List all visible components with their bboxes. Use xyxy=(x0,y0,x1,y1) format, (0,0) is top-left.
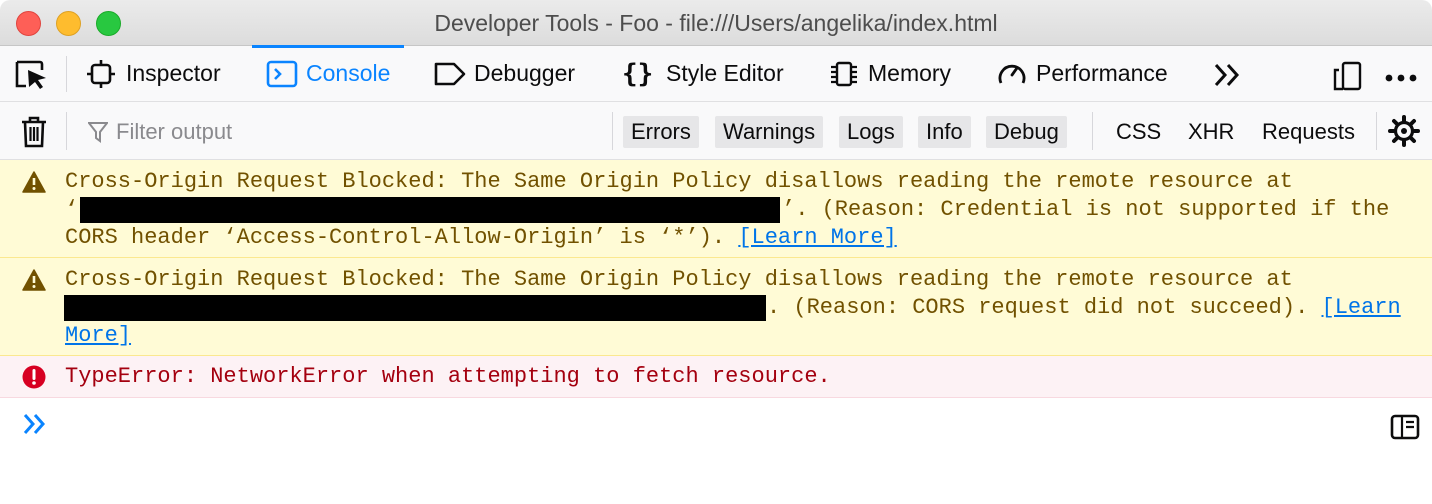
redacted-url xyxy=(64,295,766,321)
tabbar-separator xyxy=(66,56,67,92)
filter-xhr-button[interactable]: XHR xyxy=(1188,116,1234,148)
filter-placeholder: Filter output xyxy=(116,119,233,144)
memory-icon xyxy=(828,59,858,89)
filter-input[interactable]: Filter output xyxy=(88,119,232,145)
console-prompt-chevron-icon xyxy=(22,412,48,441)
tab-label: Console xyxy=(306,60,391,86)
message-text: Cross-Origin Request Blocked: The Same O… xyxy=(65,169,1293,194)
tab-style-editor[interactable]: {} Style Editor xyxy=(622,46,784,101)
message-text: CORS header ‘Access-Control-Allow-Origin… xyxy=(65,225,739,250)
filter-logs-button[interactable]: Logs xyxy=(839,116,903,148)
clear-console-trash-icon[interactable] xyxy=(20,116,48,148)
tab-inspector[interactable]: Inspector xyxy=(86,46,221,101)
element-picker-icon[interactable] xyxy=(14,60,50,90)
performance-icon xyxy=(996,59,1026,89)
filter-info-button[interactable]: Info xyxy=(918,116,971,148)
window-titlebar: Developer Tools - Foo - file:///Users/an… xyxy=(0,0,1432,46)
responsive-design-icon[interactable] xyxy=(1332,60,1364,97)
tab-label: Style Editor xyxy=(666,60,784,86)
toolbar-separator xyxy=(612,112,613,150)
toolbox-tabbar: Inspector Console Debugger {} Style Edit… xyxy=(0,45,1432,102)
redacted-url xyxy=(80,197,780,223)
message-text: . (Reason: CORS request did not succeed)… xyxy=(767,295,1322,320)
meatball-menu-icon[interactable] xyxy=(1384,70,1418,88)
message-text-line: . (Reason: CORS request did not succeed)… xyxy=(767,294,1401,322)
filter-errors-button[interactable]: Errors xyxy=(623,116,699,148)
warning-icon xyxy=(22,269,46,300)
learn-more-link[interactable]: More] xyxy=(65,322,131,350)
tab-label: Inspector xyxy=(126,60,221,86)
debugger-icon xyxy=(434,59,466,89)
console-settings-gear-icon[interactable] xyxy=(1388,115,1420,152)
console-icon xyxy=(266,59,298,89)
tab-performance[interactable]: Performance xyxy=(996,46,1168,101)
console-input[interactable] xyxy=(60,404,1370,448)
tab-label: Debugger xyxy=(474,60,576,86)
filter-css-button[interactable]: CSS xyxy=(1116,116,1161,148)
more-tools-chevron-icon[interactable] xyxy=(1212,62,1244,93)
toolbar-separator xyxy=(66,112,67,150)
sidebar-toggle-icon[interactable] xyxy=(1390,414,1420,445)
message-text: ’. (Reason: Credential is not supported … xyxy=(782,197,1390,222)
filter-requests-button[interactable]: Requests xyxy=(1262,116,1355,148)
filter-funnel-icon xyxy=(88,122,108,143)
tab-console[interactable]: Console xyxy=(251,45,405,101)
message-text-line: CORS header ‘Access-Control-Allow-Origin… xyxy=(65,224,897,252)
filter-debug-button[interactable]: Debug xyxy=(986,116,1067,148)
learn-more-link[interactable]: [Learn xyxy=(1322,295,1401,320)
window-title: Developer Tools - Foo - file:///Users/an… xyxy=(434,10,998,36)
console-message-error: TypeError: NetworkError when attempting … xyxy=(0,356,1432,398)
console-message-warning: Cross-Origin Request Blocked: The Same O… xyxy=(0,258,1432,356)
tab-label: Memory xyxy=(868,60,952,86)
message-text: ‘ xyxy=(65,197,79,222)
inspector-icon xyxy=(86,59,116,89)
error-icon xyxy=(22,365,46,398)
toolbar-separator xyxy=(1092,112,1093,150)
filter-warnings-button[interactable]: Warnings xyxy=(715,116,824,148)
message-text: Cross-Origin Request Blocked: The Same O… xyxy=(65,267,1293,292)
tab-debugger[interactable]: Debugger xyxy=(434,46,575,101)
console-toolbar: Filter output Errors Warnings Logs Info … xyxy=(0,102,1432,160)
tab-label: Performance xyxy=(1036,60,1168,86)
toolbar-separator xyxy=(1376,112,1377,150)
style-editor-icon: {} xyxy=(622,58,654,89)
warning-icon xyxy=(22,171,46,202)
learn-more-link[interactable]: [Learn More] xyxy=(738,225,896,250)
console-message-warning: Cross-Origin Request Blocked: The Same O… xyxy=(0,160,1432,258)
tab-memory[interactable]: Memory xyxy=(828,46,951,101)
message-text: TypeError: NetworkError when attempting … xyxy=(65,364,831,389)
